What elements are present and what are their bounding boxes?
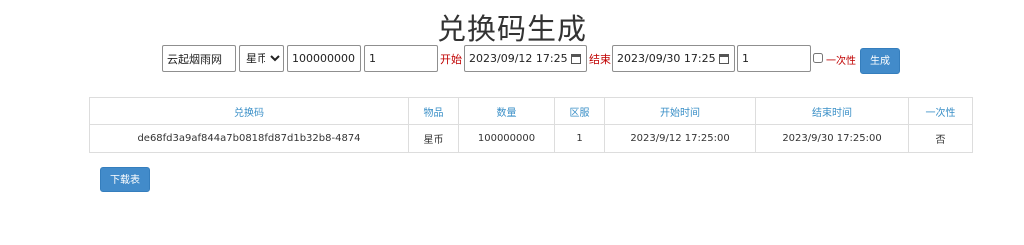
table-header-row: 兑换码 物品 数量 区服 开始时间 结束时间 一次性 xyxy=(89,97,973,125)
start-label: 开始 xyxy=(440,53,462,66)
header-server: 区服 xyxy=(554,97,605,125)
count-input[interactable] xyxy=(737,45,811,72)
header-start-time: 开始时间 xyxy=(604,97,756,125)
cell-amount: 100000000 xyxy=(458,124,555,153)
cell-once: 否 xyxy=(908,124,973,153)
cell-code: de68fd3a9af844a7b0818fd87d1b32b8-4874 xyxy=(89,124,409,153)
header-once: 一次性 xyxy=(908,97,973,125)
codes-table: 兑换码 物品 数量 区服 开始时间 结束时间 一次性 de68fd3a9af84… xyxy=(89,97,973,153)
end-datetime-input[interactable]: 2023/09/30 17:25 xyxy=(612,45,735,72)
header-item: 物品 xyxy=(408,97,459,125)
once-checkbox[interactable] xyxy=(813,53,823,63)
item-select[interactable]: 星币 xyxy=(239,45,284,72)
header-end-time: 结束时间 xyxy=(755,97,909,125)
calendar-icon[interactable] xyxy=(719,53,729,64)
server-input[interactable] xyxy=(364,45,438,72)
header-amount: 数量 xyxy=(458,97,555,125)
generator-form: 星币 开始 2023/09/12 17:25 结束 2023/09/30 17:… xyxy=(0,45,1024,75)
end-label: 结束 xyxy=(589,53,611,66)
start-datetime-value: 2023/09/12 17:25 xyxy=(469,52,568,65)
amount-input[interactable] xyxy=(287,45,361,72)
download-button[interactable]: 下载表 xyxy=(100,167,150,192)
generate-button[interactable]: 生成 xyxy=(860,48,900,74)
cell-server: 1 xyxy=(554,124,605,153)
cell-start-time: 2023/9/12 17:25:00 xyxy=(604,124,756,153)
table-row: de68fd3a9af844a7b0818fd87d1b32b8-4874 星币… xyxy=(89,124,973,153)
header-code: 兑换码 xyxy=(89,97,409,125)
start-datetime-input[interactable]: 2023/09/12 17:25 xyxy=(464,45,587,72)
page-title: 兑换码生成 xyxy=(436,12,587,46)
cell-end-time: 2023/9/30 17:25:00 xyxy=(755,124,909,153)
end-datetime-value: 2023/09/30 17:25 xyxy=(617,52,716,65)
name-input[interactable] xyxy=(162,45,236,72)
once-label: 一次性 xyxy=(826,56,856,67)
cell-item: 星币 xyxy=(408,124,459,153)
calendar-icon[interactable] xyxy=(571,53,581,64)
